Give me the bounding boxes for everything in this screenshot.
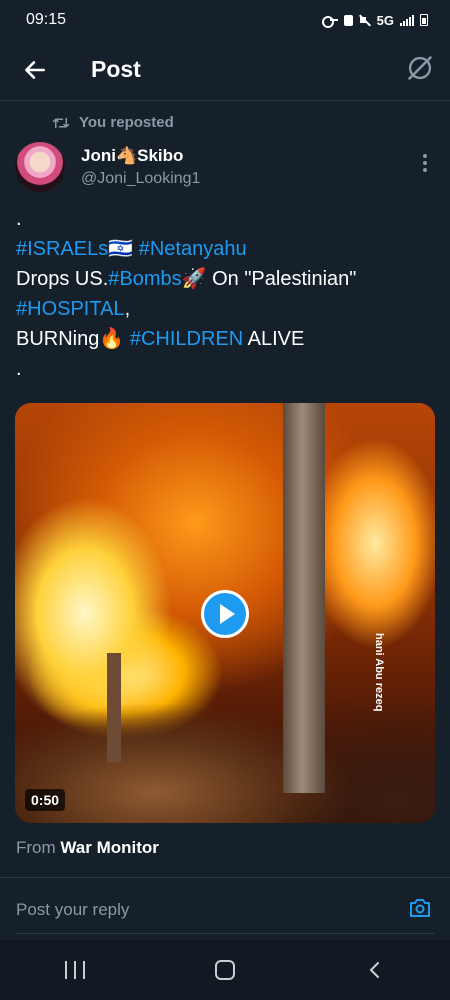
tweet-line: . (16, 358, 22, 380)
tweet-text-segment: 🚀 On "Palestinian" (181, 268, 357, 290)
more-options-icon[interactable] (418, 150, 432, 176)
tweet-text-segment: , (124, 298, 131, 320)
mute-icon (359, 14, 371, 26)
hashtag-link[interactable]: #CHILDREN (130, 328, 243, 350)
retweet-icon (52, 117, 70, 128)
source-name[interactable]: War Monitor (60, 838, 159, 857)
tweet-text: . #ISRAELs🇮🇱 #Netanyahu Drops US.#Bombs🚀… (16, 204, 436, 384)
arrow-left-icon[interactable] (22, 57, 48, 83)
video-thumbnail-post (107, 653, 121, 763)
repost-indicator: You reposted (52, 114, 174, 131)
play-icon (219, 604, 235, 624)
status-icons: 5G (321, 12, 428, 28)
camera-icon[interactable] (408, 897, 432, 919)
key-icon (321, 15, 338, 28)
signal-icon (400, 14, 414, 26)
tweet-line: #HOSPITAL, (16, 294, 436, 324)
hashtag-link[interactable]: #ISRAELs🇮🇱 #Netanyahu (16, 238, 247, 260)
play-button[interactable] (201, 590, 249, 638)
network-label: 5G (376, 12, 394, 28)
author-display-name[interactable]: Joni🐴Skibo (81, 146, 183, 166)
tweet-line: . (16, 208, 22, 230)
author-handle[interactable]: @Joni_Looking1 (81, 170, 200, 188)
source-attribution: From War Monitor (16, 838, 159, 858)
avatar[interactable] (15, 142, 65, 192)
tweet-text-segment: BURNing🔥 (16, 328, 130, 350)
video-thumbnail-rubble (15, 673, 435, 823)
system-nav-bar (0, 940, 450, 1000)
video-watermark: hani Abu rezeq (373, 633, 385, 712)
status-bar: 09:15 5G (0, 0, 450, 40)
status-time: 09:15 (26, 11, 67, 28)
reply-composer: Post your reply (0, 878, 450, 940)
reply-input[interactable]: Post your reply (16, 900, 129, 920)
page-title: Post (91, 56, 141, 82)
grok-icon[interactable] (406, 54, 434, 82)
hashtag-link[interactable]: #HOSPITAL (16, 298, 125, 320)
tweet-line: BURNing🔥 #CHILDREN ALIVE (16, 324, 436, 354)
home-icon[interactable] (215, 960, 235, 980)
hashtag-link[interactable]: #Bombs (108, 268, 181, 290)
video-duration: 0:50 (25, 789, 66, 811)
lock-icon (343, 14, 353, 26)
back-icon[interactable] (365, 960, 385, 980)
battery-icon (420, 14, 428, 26)
reply-underline (16, 933, 434, 934)
top-app-bar: Post (0, 40, 450, 101)
tweet-line: #ISRAELs🇮🇱 #Netanyahu (16, 234, 436, 264)
tweet-line: Drops US.#Bombs🚀 On "Palestinian" (16, 264, 436, 294)
tweet-text-segment: Drops US. (16, 268, 109, 290)
video-player[interactable]: hani Abu rezeq 0:50 (15, 403, 435, 823)
video-thumbnail-pole (283, 403, 325, 793)
tweet-text-segment: ALIVE (243, 328, 305, 350)
recents-icon[interactable] (65, 961, 85, 979)
repost-label: You reposted (79, 114, 174, 131)
source-prefix: From (16, 838, 61, 857)
